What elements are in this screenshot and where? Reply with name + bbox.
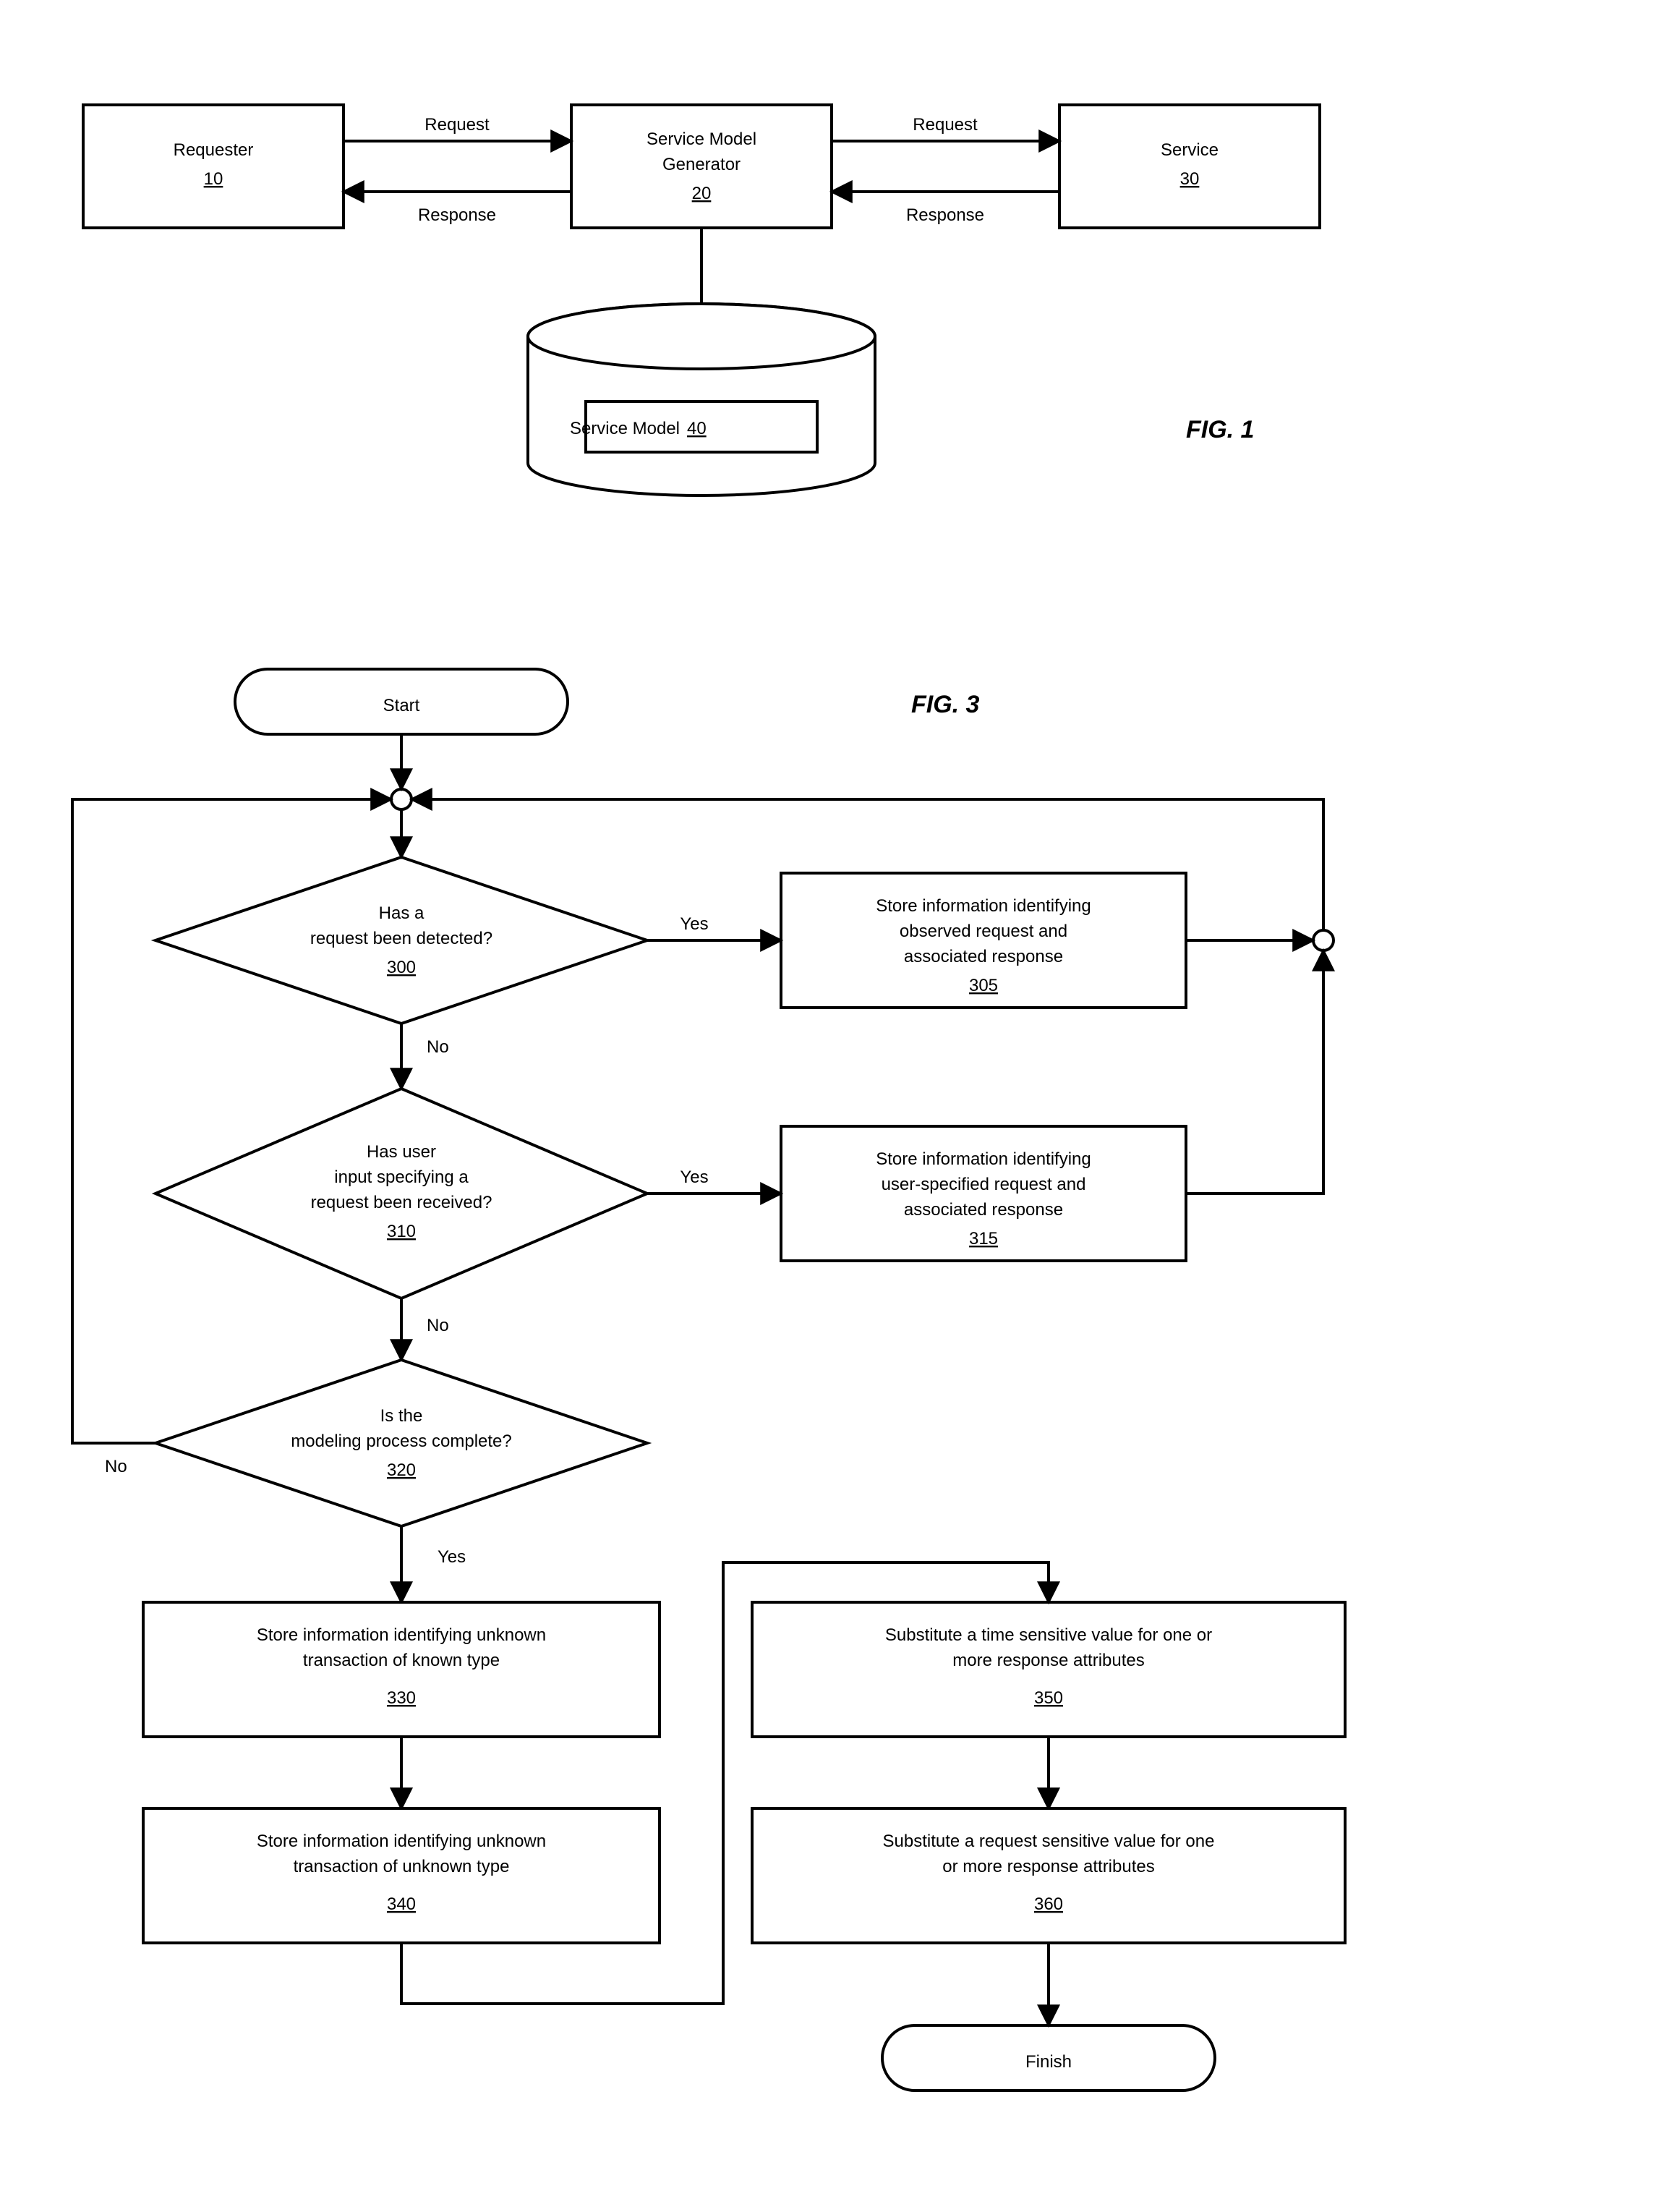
b315-l1: Store information identifying xyxy=(876,1149,1091,1169)
d320-l1: Is the xyxy=(380,1406,423,1426)
b340-l1: Store information identifying unknown xyxy=(257,1832,546,1851)
d300-yes-label: Yes xyxy=(680,914,708,934)
fig3: Start FIG. 3 Has a request been detected… xyxy=(72,669,1345,2090)
service-title: Service xyxy=(1161,140,1219,160)
d310-l2: input specifying a xyxy=(334,1167,469,1187)
d300-num: 300 xyxy=(387,958,416,977)
service-model-db: Service Model 40 xyxy=(528,304,875,495)
b350-l2: more response attributes xyxy=(952,1651,1144,1670)
process-350: Substitute a time sensitive value for on… xyxy=(752,1602,1345,1737)
smg-title-l2: Generator xyxy=(662,155,741,174)
d310-no-label: No xyxy=(427,1316,449,1335)
d320-num: 320 xyxy=(387,1460,416,1480)
b360-l1: Substitute a request sensitive value for… xyxy=(883,1832,1215,1851)
decision-300: Has a request been detected? 300 xyxy=(155,857,647,1024)
process-360: Substitute a request sensitive value for… xyxy=(752,1808,1345,1943)
req-to-smg-label: Request xyxy=(424,115,490,135)
fig3-label: FIG. 3 xyxy=(911,691,980,718)
start-terminal: Start xyxy=(235,669,568,734)
b330-l1: Store information identifying unknown xyxy=(257,1625,546,1645)
fig1-label: FIG. 1 xyxy=(1186,416,1254,443)
b305-l1: Store information identifying xyxy=(876,896,1091,916)
d300-l2: request been detected? xyxy=(310,929,492,948)
requester-title: Requester xyxy=(174,140,254,160)
smg-title-l1: Service Model xyxy=(647,129,756,149)
smg-num: 20 xyxy=(692,184,712,203)
b360-l2: or more response attributes xyxy=(942,1857,1154,1876)
b315-to-rmerge-arrow xyxy=(1186,950,1323,1194)
fig1: Requester 10 Service Model Generator 20 … xyxy=(83,105,1320,495)
finish-terminal: Finish xyxy=(882,2025,1215,2090)
process-340: Store information identifying unknown tr… xyxy=(143,1808,660,1943)
finish-label: Finish xyxy=(1025,2052,1072,2072)
d320-yes-label: Yes xyxy=(438,1547,466,1567)
d320-l2: modeling process complete? xyxy=(291,1432,512,1451)
d300-l1: Has a xyxy=(379,903,424,923)
d310-num: 310 xyxy=(387,1222,416,1241)
d310-yes-label: Yes xyxy=(680,1167,708,1187)
sm-num: 40 xyxy=(687,419,707,438)
smg-box: Service Model Generator 20 xyxy=(571,105,832,228)
d300-no-label: No xyxy=(427,1037,449,1057)
requester-box: Requester 10 xyxy=(83,105,344,228)
decision-310: Has user input specifying a request been… xyxy=(155,1089,647,1298)
process-305: Store information identifying observed r… xyxy=(781,873,1186,1008)
merge-junction-right xyxy=(1313,930,1334,950)
process-315: Store information identifying user-speci… xyxy=(781,1126,1186,1261)
b315-num: 315 xyxy=(969,1229,998,1248)
b315-l2: user-specified request and xyxy=(882,1175,1086,1194)
b305-l2: observed request and xyxy=(900,922,1067,941)
b360-num: 360 xyxy=(1034,1894,1063,1914)
b330-l2: transaction of known type xyxy=(303,1651,500,1670)
d320-no-label: No xyxy=(105,1457,127,1476)
smg-to-req-label: Response xyxy=(418,205,496,225)
b350-l1: Substitute a time sensitive value for on… xyxy=(885,1625,1212,1645)
svc-to-smg-label: Response xyxy=(906,205,984,225)
service-num: 30 xyxy=(1180,169,1200,189)
decision-320: Is the modeling process complete? 320 xyxy=(155,1360,647,1526)
sm-title: Service Model xyxy=(570,419,680,438)
b305-l3: associated response xyxy=(904,947,1063,966)
service-box: Service 30 xyxy=(1059,105,1320,228)
b315-l3: associated response xyxy=(904,1200,1063,1220)
requester-num: 10 xyxy=(204,169,223,189)
merge-junction-top xyxy=(391,789,411,809)
smg-to-svc-label: Request xyxy=(913,115,978,135)
d310-l3: request been received? xyxy=(311,1193,492,1212)
b330-num: 330 xyxy=(387,1688,416,1708)
b350-num: 350 xyxy=(1034,1688,1063,1708)
b305-num: 305 xyxy=(969,976,998,995)
b340-l2: transaction of unknown type xyxy=(294,1857,510,1876)
d310-l1: Has user xyxy=(367,1142,436,1162)
process-330: Store information identifying unknown tr… xyxy=(143,1602,660,1737)
start-label: Start xyxy=(383,696,420,715)
b340-num: 340 xyxy=(387,1894,416,1914)
